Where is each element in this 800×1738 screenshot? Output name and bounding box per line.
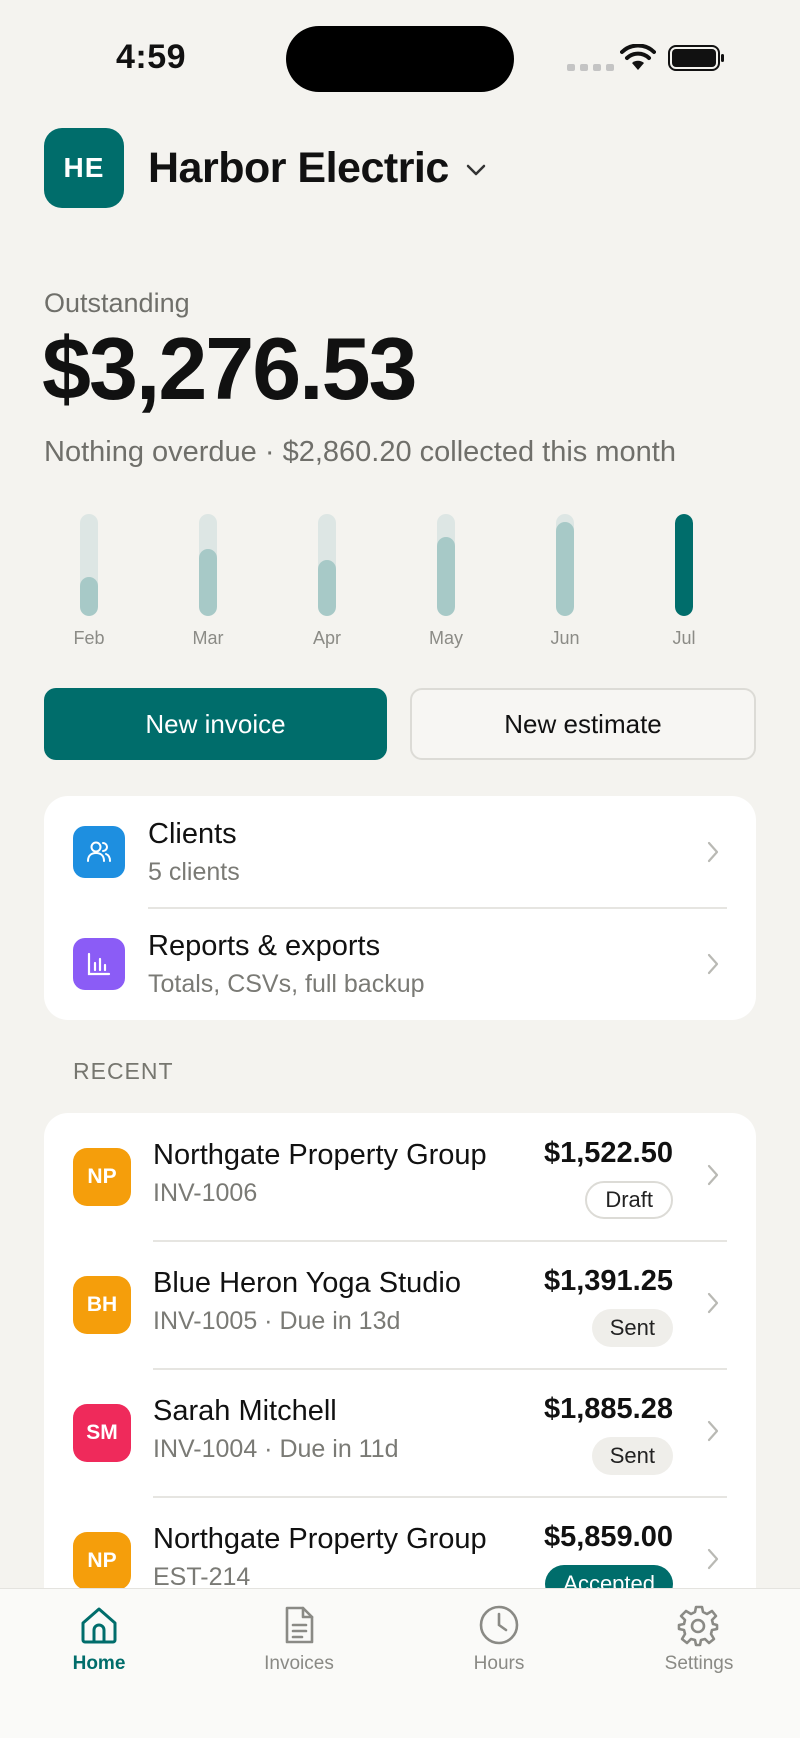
dynamic-island [286, 26, 514, 92]
client-name: Northgate Property Group [153, 1523, 487, 1555]
tab-invoices[interactable]: Invoices [229, 1599, 369, 1675]
document-amount: $5,859.00 [543, 1521, 673, 1553]
battery-icon [668, 45, 724, 71]
chart-tick-label: Mar [192, 628, 224, 648]
chart-bar-jul: Jul [644, 514, 724, 649]
navigation-card: Clients 5 clients Reports & exports Tota… [44, 796, 756, 1020]
recent-section-label: RECENT [73, 1058, 174, 1084]
document-amount: $1,522.50 [543, 1137, 673, 1169]
chart-tick-label: May [428, 628, 463, 648]
tab-bar: Home Invoices Hours Settings [0, 1588, 800, 1738]
outstanding-label: Outstanding [44, 288, 190, 318]
chevron-right-icon [707, 1548, 719, 1570]
chart-bar-fill [556, 522, 574, 616]
users-icon [73, 826, 125, 878]
tab-settings[interactable]: Settings [629, 1599, 769, 1675]
status-bar: 4:59 [0, 0, 800, 120]
chevron-right-icon [707, 1292, 719, 1314]
reports-subtitle: Totals, CSVs, full backup [148, 970, 425, 998]
recent-item[interactable]: NP Northgate Property Group INV-1006 $1,522… [44, 1113, 756, 1241]
chevron-right-icon [707, 1164, 719, 1186]
wifi-icon [620, 44, 656, 70]
chart-bar-fill [675, 514, 693, 616]
client-avatar: NP [73, 1532, 131, 1590]
outstanding-amount: $3,276.53 [42, 319, 417, 418]
cellular-signal-icon [567, 64, 614, 71]
chevron-right-icon [707, 953, 719, 975]
chevron-right-icon [707, 841, 719, 863]
chart-bar-track [556, 514, 574, 616]
client-avatar: SM [73, 1404, 131, 1462]
chart-tick-label: Jul [672, 628, 696, 648]
chart-bar-fill [80, 577, 98, 616]
status-time: 4:59 [116, 38, 187, 76]
clients-title: Clients [148, 818, 237, 850]
collection-summary: Nothing overdue · $2,860.20 collected th… [44, 436, 676, 468]
clients-subtitle: 5 clients [148, 858, 240, 886]
business-avatar: HE [44, 128, 124, 208]
chart-tick-label: Apr [312, 628, 341, 648]
tab-home-label: Home [72, 1653, 126, 1674]
new-estimate-button[interactable]: New estimate [410, 688, 756, 760]
chart-bar-apr: Apr [287, 514, 367, 649]
chart-bar-track [199, 514, 217, 616]
clock-icon [429, 1599, 569, 1651]
document-meta: INV-1004 · Due in 11d [153, 1435, 399, 1463]
new-invoice-button[interactable]: New invoice [44, 688, 387, 760]
document-meta: INV-1006 [153, 1179, 258, 1207]
chart-bar-track [437, 514, 455, 616]
client-name: Sarah Mitchell [153, 1395, 337, 1427]
client-name: Northgate Property Group [153, 1139, 487, 1171]
tab-invoices-label: Invoices [264, 1653, 334, 1674]
chart-tick-label: Feb [73, 628, 105, 648]
monthly-bar-chart: Feb Mar Apr May Jun Jul [44, 514, 756, 654]
chart-bar-may: May [406, 514, 486, 649]
business-switcher[interactable]: HE Harbor Electric [44, 128, 487, 208]
chevron-right-icon [707, 1420, 719, 1442]
chart-bar-fill [437, 537, 455, 616]
tab-hours-label: Hours [473, 1653, 525, 1674]
document-amount: $1,885.28 [543, 1393, 673, 1425]
chart-bar-track [318, 514, 336, 616]
clients-row[interactable]: Clients 5 clients [44, 796, 756, 908]
client-avatar: NP [73, 1148, 131, 1206]
reports-row[interactable]: Reports & exports Totals, CSVs, full bac… [44, 908, 756, 1020]
chart-bar-fill [199, 549, 217, 616]
reports-title: Reports & exports [148, 930, 381, 962]
chart-bar-track [80, 514, 98, 616]
chart-bar-jun: Jun [525, 514, 605, 649]
tab-hours[interactable]: Hours [429, 1599, 569, 1675]
status-badge: Draft [585, 1181, 673, 1219]
recent-item[interactable]: SM Sarah Mitchell INV-1004 · Due in 11d $1,… [44, 1369, 756, 1497]
tab-settings-label: Settings [664, 1653, 734, 1674]
bar-chart-icon [73, 938, 125, 990]
chart-bar-track [675, 514, 693, 616]
status-badge: Sent [591, 1437, 673, 1475]
chart-bar-feb: Feb [49, 514, 129, 649]
gear-icon [629, 1599, 769, 1651]
chevron-down-icon [466, 164, 486, 176]
status-badge: Sent [591, 1309, 673, 1347]
client-name: Blue Heron Yoga Studio [153, 1267, 461, 1299]
home-icon [29, 1599, 169, 1651]
recent-list: NP Northgate Property Group INV-1006 $1,522… [44, 1113, 756, 1633]
chart-tick-label: Jun [550, 628, 580, 648]
business-name: Harbor Electric [148, 143, 449, 192]
chart-bar-mar: Mar [168, 514, 248, 649]
client-avatar: BH [73, 1276, 131, 1334]
recent-item[interactable]: BH Blue Heron Yoga Studio INV-1005 · Due i… [44, 1241, 756, 1369]
chart-bar-fill [318, 560, 336, 616]
document-icon [229, 1599, 369, 1651]
document-meta: INV-1005 · Due in 13d [153, 1307, 401, 1335]
tab-home[interactable]: Home [29, 1599, 169, 1675]
document-amount: $1,391.25 [543, 1265, 673, 1297]
